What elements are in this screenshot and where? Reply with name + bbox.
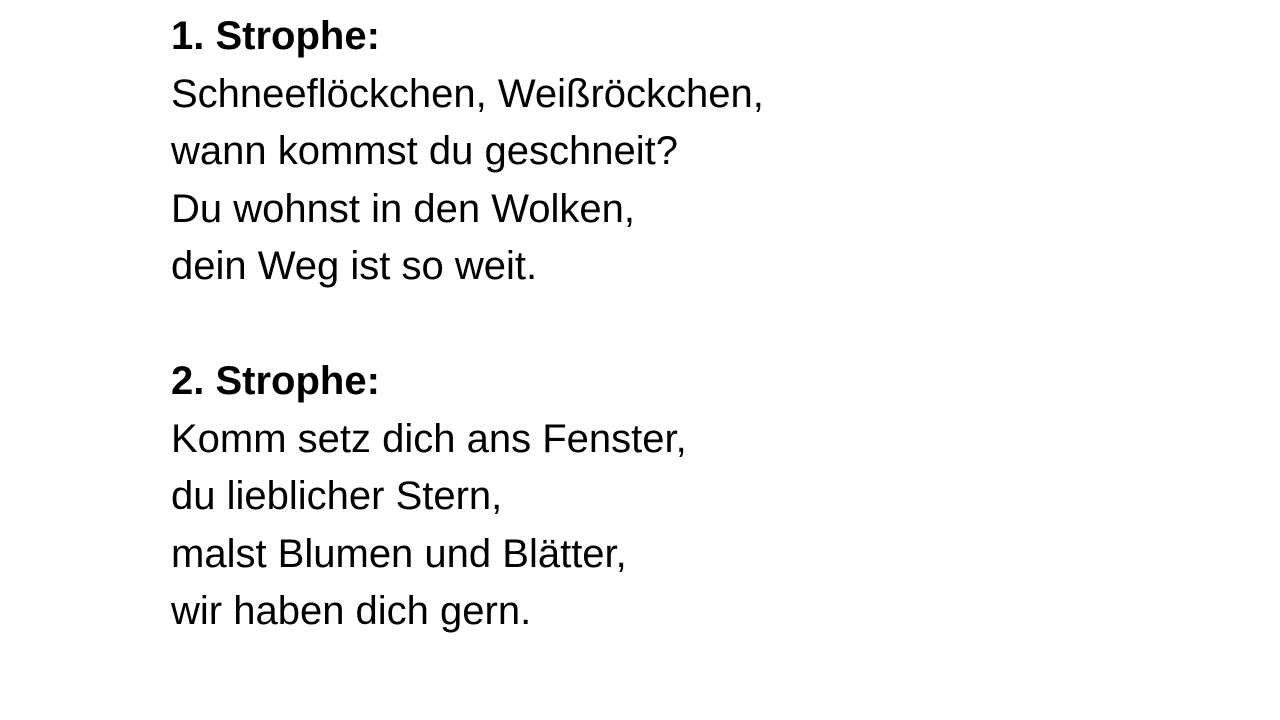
stanza-2: 2. Strophe: Komm setz dich ans Fenster, … — [171, 353, 687, 641]
verse-line: Du wohnst in den Wolken, — [171, 186, 635, 231]
verse-line: du lieblicher Stern, — [171, 474, 503, 518]
stanza-heading: 1. Strophe: — [171, 14, 380, 58]
verse-line: Schneeflöckchen, Weißröckchen, — [171, 71, 764, 116]
verse-line: dein Weg ist so weit. — [171, 244, 538, 288]
stanza-1: 1. Strophe: Schneeflöckchen, Weißröckche… — [171, 8, 764, 296]
verse-line: wir haben dich gern. — [171, 589, 532, 633]
verse-line: wann kommst du geschneit? — [171, 129, 678, 173]
stanza-heading: 2. Strophe: — [171, 359, 380, 403]
verse-line: Komm setz dich ans Fenster, — [171, 416, 687, 461]
slide: 1. Strophe: Schneeflöckchen, Weißröckche… — [0, 0, 1280, 720]
verse-line: malst Blumen und Blätter, — [171, 531, 627, 576]
